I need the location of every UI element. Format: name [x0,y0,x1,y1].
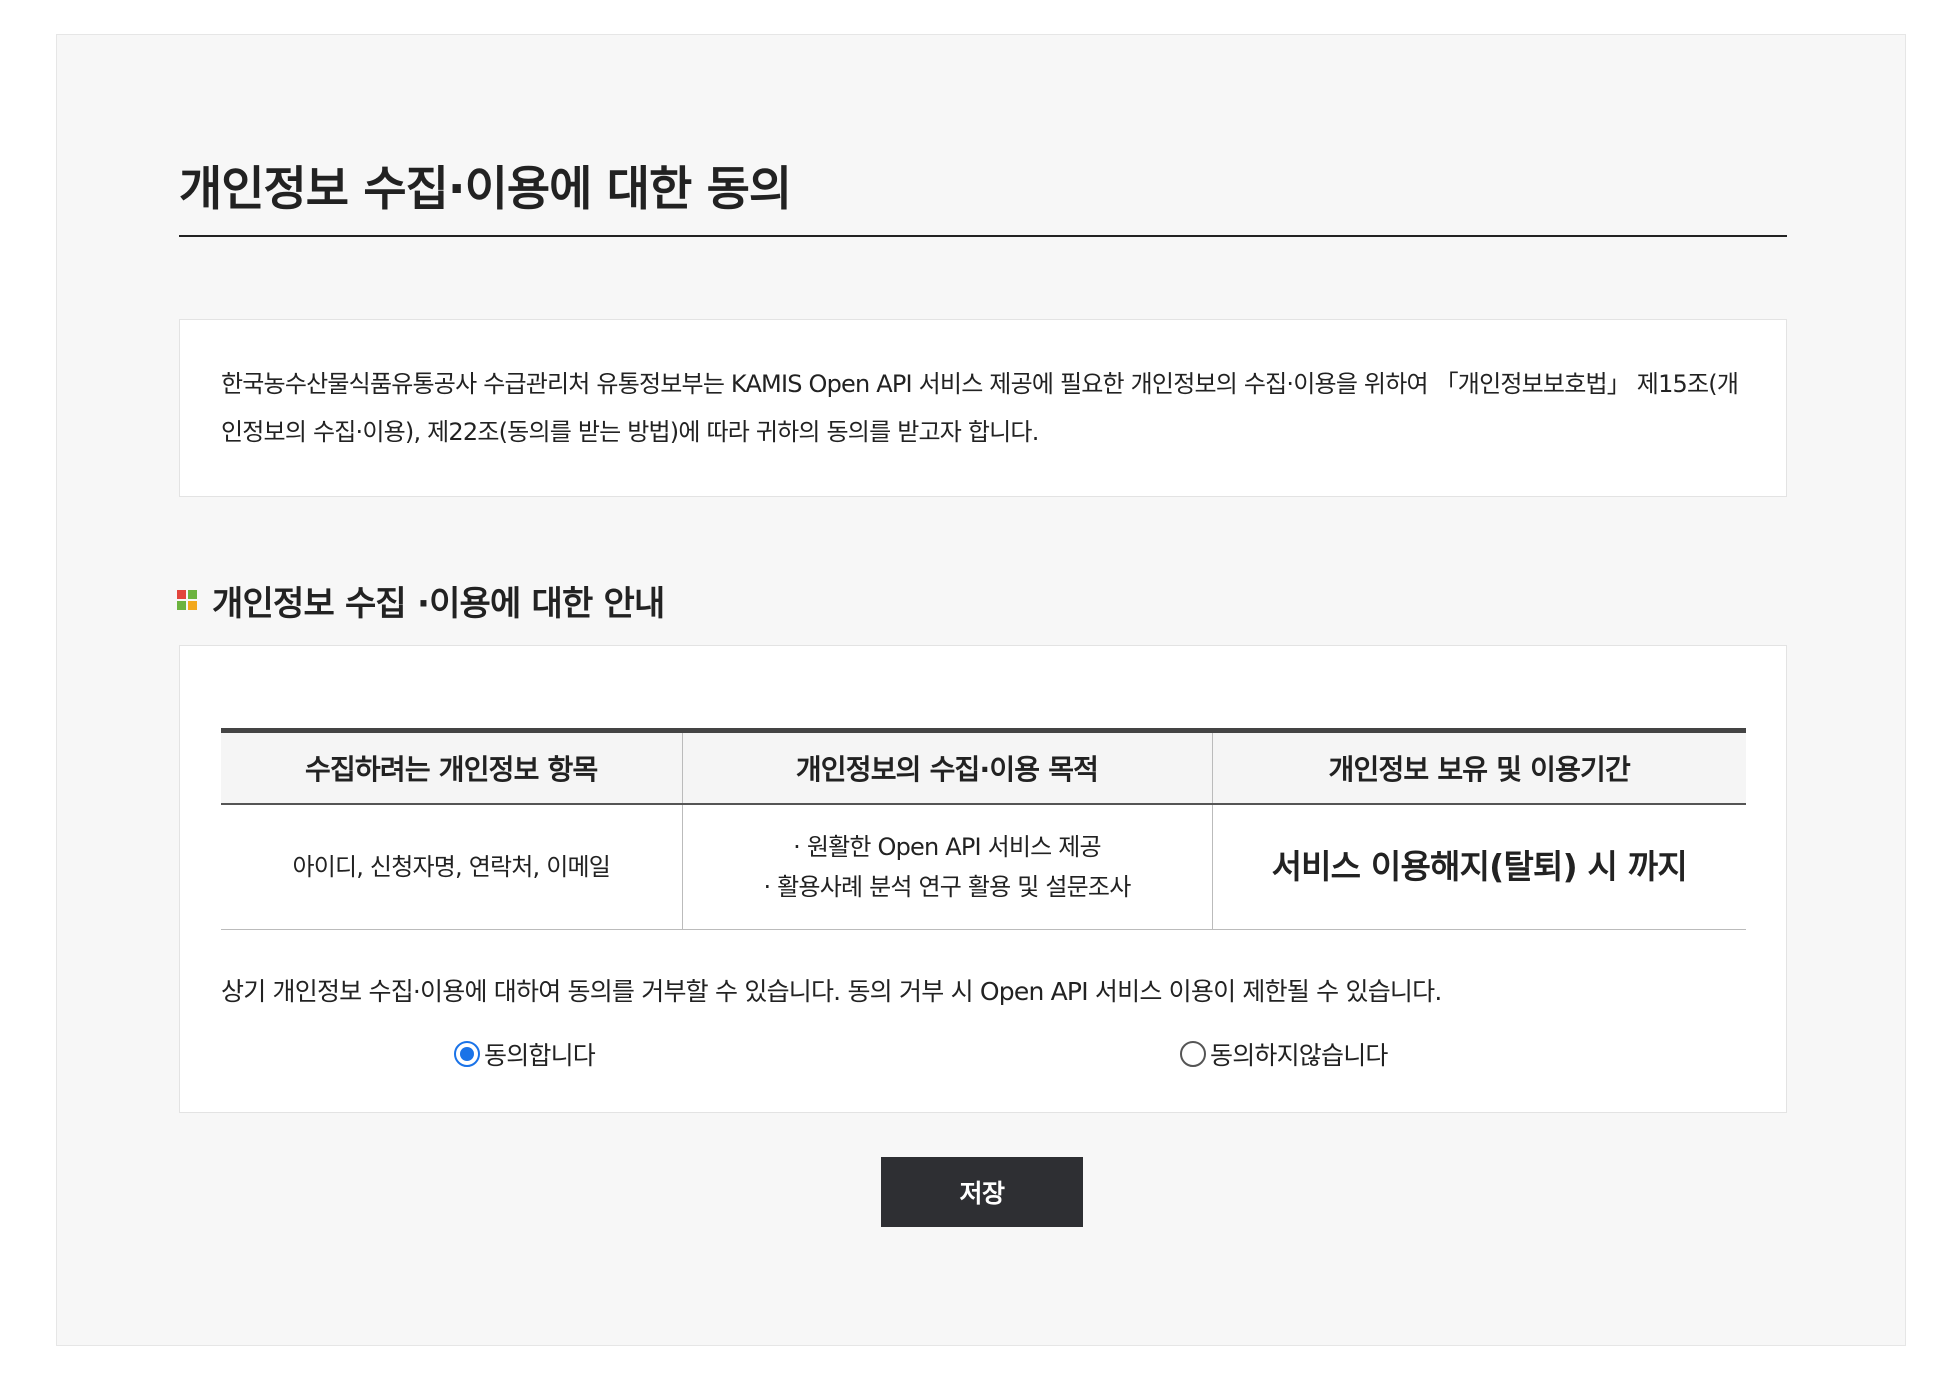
radio-selected-dot [460,1047,474,1061]
radio-agree-circle[interactable] [454,1041,480,1067]
cell-period: 서비스 이용해지(탈퇴) 시 까지 [1211,803,1746,930]
grid-icon [177,590,197,610]
header-items: 수집하려는 개인정보 항목 [221,730,682,805]
header-purpose: 개인정보의 수집·이용 목적 [681,730,1212,805]
page-title: 개인정보 수집·이용에 대한 동의 [179,157,1787,237]
grid-icon-cell [177,601,186,610]
refusal-notice: 상기 개인정보 수집·이용에 대하여 동의를 거부할 수 있습니다. 동의 거부… [221,977,1442,1006]
purpose-line: · 원활한 Open API 서비스 제공 [793,832,1101,861]
table-row: 아이디, 신청자명, 연락처, 이메일 · 원활한 Open API 서비스 제… [221,803,1746,930]
grid-icon-cell [188,590,197,599]
radio-disagree[interactable]: 동의하지않습니다 [1180,1036,1388,1072]
grid-icon-cell [177,590,186,599]
radio-disagree-label: 동의하지않습니다 [1210,1041,1388,1070]
cell-items: 아이디, 신청자명, 연락처, 이메일 [221,803,682,930]
radio-disagree-circle[interactable] [1180,1041,1206,1067]
section-heading: 개인정보 수집 ·이용에 대한 안내 [177,575,665,625]
purpose-line: · 활용사례 분석 연구 활용 및 설문조사 [763,872,1131,901]
grid-icon-cell [188,601,197,610]
info-box: 수집하려는 개인정보 항목 개인정보의 수집·이용 목적 개인정보 보유 및 이… [179,645,1787,1113]
save-button[interactable]: 저장 [881,1157,1083,1227]
cell-purpose: · 원활한 Open API 서비스 제공 · 활용사례 분석 연구 활용 및 … [681,803,1212,930]
consent-panel: 개인정보 수집·이용에 대한 동의 한국농수산물식품유통공사 수급관리처 유통정… [56,34,1906,1346]
table-header-row: 수집하려는 개인정보 항목 개인정보의 수집·이용 목적 개인정보 보유 및 이… [221,730,1746,805]
notice-text: 한국농수산물식품유통공사 수급관리처 유통정보부는 KAMIS Open API… [221,370,1739,446]
radio-agree[interactable]: 동의합니다 [454,1036,596,1072]
radio-agree-label: 동의합니다 [484,1041,596,1070]
privacy-info-table: 수집하려는 개인정보 항목 개인정보의 수집·이용 목적 개인정보 보유 및 이… [221,728,1746,930]
section-title: 개인정보 수집 ·이용에 대한 안내 [212,583,665,624]
header-period: 개인정보 보유 및 이용기간 [1211,730,1746,805]
consent-notice: 한국농수산물식품유통공사 수급관리처 유통정보부는 KAMIS Open API… [179,319,1787,497]
